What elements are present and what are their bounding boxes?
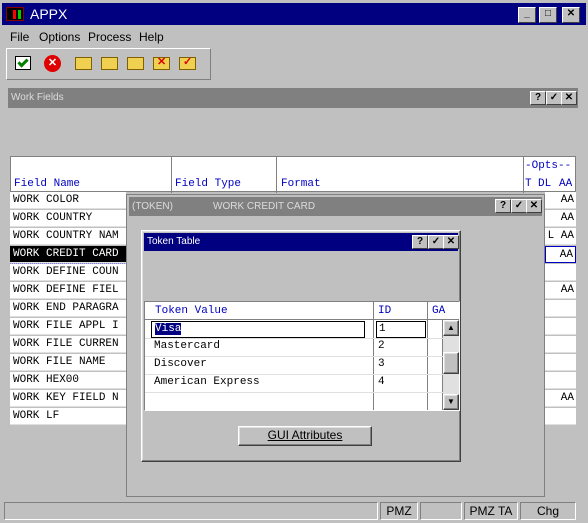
folder-edit-icon[interactable] [101,57,118,70]
token-value-cell[interactable]: Visa [151,321,365,338]
token-value-cell[interactable]: Discover [151,357,365,374]
status-pane-3: PMZ TA [464,502,518,520]
field-name-cell: WORK COUNTRY [10,210,126,227]
menu-file[interactable]: File [10,30,29,44]
col-header-field-name: Field Name [14,178,81,190]
ok-check-button[interactable]: ✓ [428,235,444,249]
gui-attributes-label: GUI Attributes [267,428,343,442]
col-header-aa: AA [559,178,573,190]
status-pane-main [4,502,378,520]
field-name-cell: WORK END PARAGRA [10,300,126,317]
token-window-title: WORK CREDIT CARD [213,201,316,212]
opts-cell: AA [545,282,576,299]
field-name-cell: WORK HEX00 [10,372,126,389]
token-id-cell[interactable]: 4 [376,375,426,392]
token-table-title-bar: Token Table ? ✓ ✕ [144,233,459,251]
token-id-cell[interactable]: 2 [376,339,426,356]
field-name-cell: WORK DEFINE COUN [10,264,126,281]
field-name-cell: WORK KEY FIELD N [10,390,126,407]
opts-cell [545,372,576,389]
token-table: Token Value ID GA Visa 1 Mastercard 2 Discov… [144,301,460,411]
scroll-thumb[interactable] [443,352,459,374]
token-id-cell[interactable]: 3 [376,357,426,374]
field-name-cell: WORK CREDIT CARD [10,246,127,264]
close-window-button[interactable]: ✕ [561,91,577,105]
field-name-cell: WORK DEFINE FIEL [10,282,126,299]
cancel-icon[interactable]: ✕ [44,55,61,72]
token-id-cell[interactable]: 1 [376,321,426,338]
ok-check-button[interactable]: ✓ [546,91,562,105]
col-header-id: ID [378,305,392,317]
opts-cell [545,318,576,335]
folder-search-icon[interactable] [127,57,144,70]
token-value-cell[interactable]: American Express [151,375,365,392]
token-value-cell[interactable]: Mastercard [151,339,365,356]
opts-cell: L AA [545,228,576,245]
field-name-cell: WORK COLOR [10,192,126,209]
col-header-opts: -Opts-- [525,160,572,172]
field-name-cell: WORK FILE CURREN [10,336,126,353]
selected-text: Visa [155,323,182,335]
token-table-dialog: Token Table ? ✓ ✕ Token Value ID GA Visa… [141,230,461,462]
close-window-button[interactable]: ✕ [526,199,542,213]
opts-cell [545,300,576,317]
opts-cell [545,264,576,281]
opts-cell: AA [545,246,576,263]
field-name-cell: WORK FILE APPL I [10,318,126,335]
menu-options[interactable]: Options [39,30,80,44]
scroll-up-button[interactable]: ▲ [443,320,459,336]
opts-cell: AA [545,210,576,227]
help-button[interactable]: ? [530,91,546,105]
close-button[interactable]: ✕ [562,7,580,23]
maximize-button[interactable]: □ [539,7,557,23]
token-table-title: Token Table [147,236,201,247]
app-title-bar: APPX _ □ ✕ [2,3,586,25]
work-fields-title-bar: Work Fields ? ✓ ✕ [8,88,578,108]
help-button[interactable]: ? [495,199,511,213]
col-header-dl: DL [538,178,552,190]
close-window-button[interactable]: ✕ [443,235,459,249]
token-window-prefix: (TOKEN) [132,201,173,212]
field-name-cell: WORK FILE NAME [10,354,126,371]
row-divider [145,392,443,393]
token-window-title-bar: (TOKEN) WORK CREDIT CARD ? ✓ ✕ [129,197,542,216]
opts-cell [545,354,576,371]
minimize-button[interactable]: _ [518,7,536,23]
menu-help[interactable]: Help [139,30,164,44]
app-title: APPX [30,6,68,22]
status-pmz-ta: PMZ TA [469,504,513,518]
col-header-field-type: Field Type [175,178,242,190]
folder-delete-icon[interactable]: ✕ [153,56,170,70]
opts-cell [545,408,576,425]
col-header-t: T [525,178,532,190]
status-pane-2 [420,502,462,520]
opts-cell [545,336,576,353]
col-header-token-value: Token Value [155,305,228,317]
toolbar: ✕ ✕ ✓ [6,48,211,80]
menu-process[interactable]: Process [88,30,131,44]
menu-bar: File Options Process Help [2,27,586,47]
folder-new-icon[interactable] [75,57,92,70]
status-chg: Chg [536,504,559,518]
field-name-cell: WORK LF [10,408,126,425]
gui-attributes-button[interactable]: GUI Attributes [238,426,372,446]
field-name-cell: WORK COUNTRY NAM [10,228,126,245]
scroll-down-button[interactable]: ▼ [443,394,459,410]
folder-check-icon[interactable]: ✓ [179,56,196,70]
col-header-ga: GA [432,305,446,317]
work-fields-title: Work Fields [11,92,64,103]
status-pmz: PMZ [386,504,412,518]
status-pane-1: PMZ [380,502,418,520]
opts-cell: AA [545,390,576,407]
opts-cell: AA [545,192,576,209]
help-button[interactable]: ? [412,235,428,249]
col-header-format: Format [281,178,321,190]
appx-logo-icon [6,7,24,21]
check-edit-icon[interactable] [15,56,31,70]
ok-check-button[interactable]: ✓ [511,199,527,213]
status-bar: PMZ PMZ TA Chg [2,501,586,521]
fields-header: Field Name Field Type Format -Opts-- T D… [10,156,576,193]
status-pane-4: Chg [520,502,576,520]
token-scrollbar[interactable]: ▲ ▼ [443,320,459,410]
